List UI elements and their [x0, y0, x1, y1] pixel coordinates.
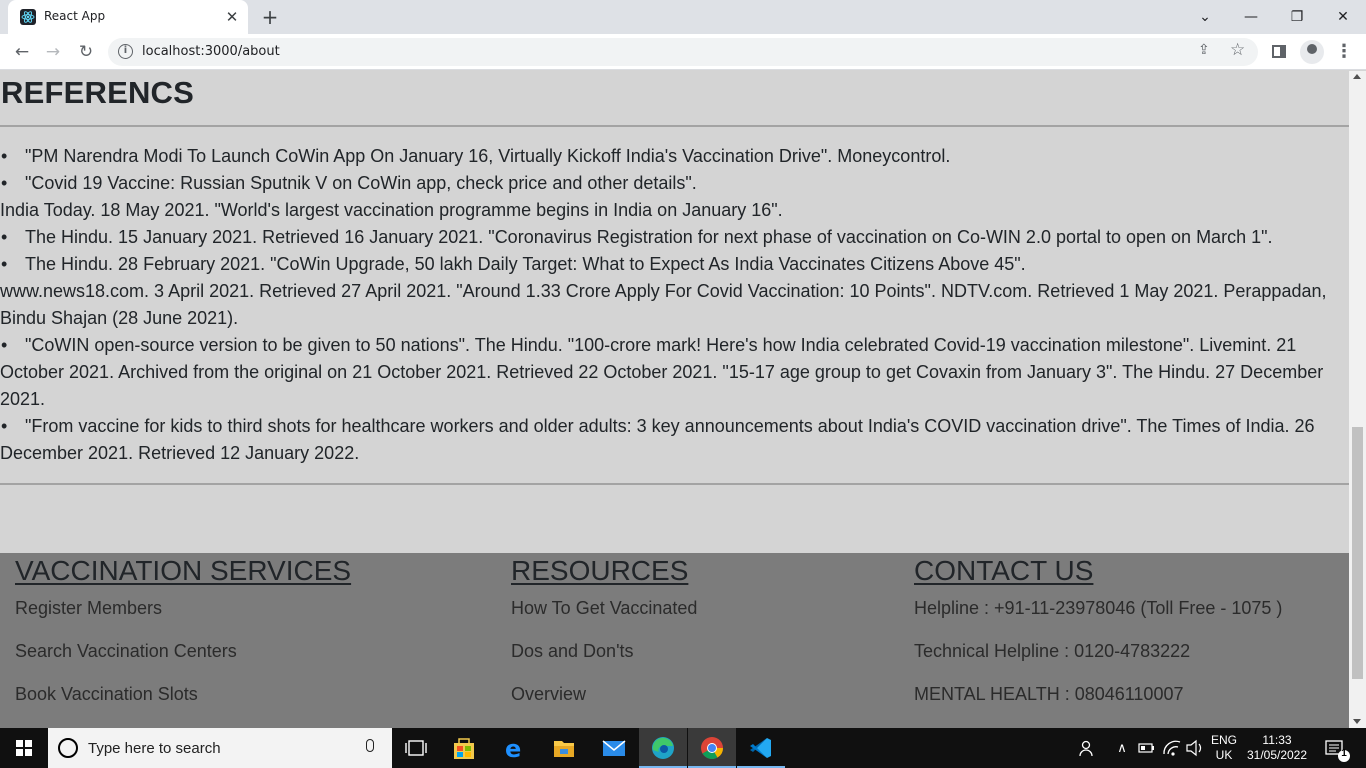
reference-item: www.news18.com. 3 April 2021. Retrieved … — [0, 278, 1349, 332]
reference-item: • "Covid 19 Vaccine: Russian Sputnik V on… — [0, 170, 1349, 197]
tab-close-icon[interactable]: ✕ — [222, 7, 242, 27]
browser-menu-icon[interactable]: ⋮ — [1334, 40, 1354, 64]
bullet-icon: • — [1, 227, 8, 247]
show-hidden-icons-chevron-icon[interactable]: ∧ — [1112, 728, 1132, 768]
footer-heading-contact: CONTACT US — [914, 555, 1094, 586]
action-center-button[interactable]: 1 — [1320, 728, 1356, 768]
windows-logo-icon — [16, 740, 32, 756]
microphone-icon[interactable] — [366, 739, 374, 752]
address-bar[interactable]: i localhost:3000/about ⇪ ☆ — [108, 38, 1258, 66]
vscode-icon[interactable] — [737, 728, 785, 768]
reference-item: • The Hindu. 15 January 2021. Retrieved 1… — [0, 224, 1349, 251]
start-button[interactable] — [0, 728, 48, 768]
taskbar-search-placeholder[interactable]: Type here to search — [88, 740, 221, 757]
reference-text: The Hindu. 15 January 2021. Retrieved 16… — [25, 227, 1273, 247]
side-panel-icon[interactable] — [1272, 45, 1286, 58]
reference-text: "CoWIN open-source version to be given t… — [0, 335, 1324, 409]
footer-resources-column: RESOURCES How To Get Vaccinated Dos and … — [511, 553, 697, 722]
address-url[interactable]: localhost:3000/about — [142, 44, 280, 59]
reference-text: India Today. 18 May 2021. "World's large… — [0, 200, 783, 220]
edge-legacy-icon[interactable]: e — [490, 728, 538, 768]
footer-link-dos-and-donts[interactable]: Dos and Don'ts — [511, 636, 697, 679]
reference-item: • "From vaccine for kids to third shots f… — [0, 413, 1349, 467]
chrome-icon[interactable] — [688, 728, 736, 768]
footer-heading-resources: RESOURCES — [511, 555, 689, 586]
footer-helpline: Helpline : +91-11-23978046 (Toll Free - … — [914, 598, 1283, 618]
mail-icon[interactable] — [590, 728, 638, 768]
edge-icon[interactable] — [639, 728, 687, 768]
bullet-icon: • — [1, 335, 8, 355]
reference-text: The Hindu. 28 February 2021. "CoWin Upgr… — [25, 254, 1026, 274]
footer-technical-helpline: Technical Helpline : 0120-4783222 — [914, 641, 1191, 661]
windows-taskbar: Type here to search e ∧ ENG UK 11:33 31/… — [0, 728, 1366, 768]
site-info-icon[interactable]: i — [118, 44, 133, 59]
microsoft-store-icon[interactable] — [440, 728, 488, 768]
browser-tab[interactable]: React App ✕ — [8, 0, 248, 34]
browser-tab-strip: React App ✕ + ⌄ — ❐ ✕ — [0, 0, 1366, 34]
bullet-icon: • — [1, 416, 8, 436]
minimize-window-button[interactable]: — — [1239, 6, 1263, 28]
bullet-icon: • — [1, 173, 8, 193]
footer-link-how-to-get-vaccinated[interactable]: How To Get Vaccinated — [511, 593, 697, 636]
close-window-button[interactable]: ✕ — [1331, 6, 1355, 28]
tab-search-chevron-icon[interactable]: ⌄ — [1193, 6, 1217, 28]
bullet-icon: • — [1, 254, 8, 274]
volume-icon[interactable] — [1184, 728, 1206, 768]
page-viewport: REFERENCS • "PM Narendra Modi To Launch C… — [0, 71, 1366, 728]
reference-item: • The Hindu. 28 February 2021. "CoWin Upg… — [0, 251, 1349, 278]
notification-count-badge: 1 — [1341, 748, 1347, 759]
reference-item: • "CoWIN open-source version to be given … — [0, 332, 1349, 413]
footer-link-overview[interactable]: Overview — [511, 679, 697, 722]
clock[interactable]: 11:33 31/05/2022 — [1244, 728, 1310, 768]
input-language-indicator[interactable]: ENG UK — [1206, 728, 1242, 768]
language-code: ENG — [1210, 733, 1237, 747]
reference-text: "PM Narendra Modi To Launch CoWin App On… — [25, 146, 951, 166]
footer: VACCINATION SERVICES Register Members Se… — [0, 553, 1349, 728]
forward-arrow-icon[interactable]: → — [41, 40, 65, 64]
wifi-icon[interactable] — [1160, 728, 1184, 768]
bullet-icon: • — [1, 146, 8, 166]
svg-text:e: e — [505, 735, 521, 763]
divider — [0, 125, 1349, 127]
reference-text: "Covid 19 Vaccine: Russian Sputnik V on … — [25, 173, 697, 193]
reference-item: • "PM Narendra Modi To Launch CoWin App O… — [0, 143, 1349, 170]
people-icon[interactable] — [1076, 728, 1100, 768]
clock-date: 31/05/2022 — [1246, 748, 1308, 762]
browser-toolbar: ← → ↻ i localhost:3000/about ⇪ ☆ ⋮ — [0, 34, 1366, 70]
cortana-icon — [58, 738, 78, 758]
taskbar-search-box[interactable]: Type here to search — [48, 728, 392, 768]
footer-link-search-centers[interactable]: Search Vaccination Centers — [15, 636, 351, 679]
back-arrow-icon[interactable]: ← — [10, 40, 34, 64]
scrollbar-thumb[interactable] — [1352, 427, 1363, 679]
footer-heading-services: VACCINATION SERVICES — [15, 555, 352, 586]
references-heading: REFERENCS — [1, 75, 194, 110]
task-view-button[interactable] — [392, 728, 440, 768]
footer-contact-column: CONTACT US Helpline : +91-11-23978046 (T… — [914, 553, 1282, 722]
footer-mental-health-helpline: MENTAL HEALTH : 08046110007 — [914, 684, 1184, 704]
references-list: • "PM Narendra Modi To Launch CoWin App O… — [0, 143, 1349, 467]
tab-title: React App — [44, 9, 106, 23]
footer-link-book-slots[interactable]: Book Vaccination Slots — [15, 679, 351, 722]
clock-time: 11:33 — [1262, 733, 1292, 747]
scroll-down-arrow-icon[interactable] — [1353, 719, 1361, 724]
reference-item: India Today. 18 May 2021. "World's large… — [0, 197, 1349, 224]
page-scrollbar[interactable] — [1349, 71, 1366, 728]
keyboard-layout-code: UK — [1215, 748, 1233, 762]
about-page: REFERENCS • "PM Narendra Modi To Launch C… — [0, 71, 1349, 728]
profile-avatar-icon[interactable] — [1300, 40, 1324, 64]
footer-link-register-members[interactable]: Register Members — [15, 593, 351, 636]
react-favicon-icon — [20, 9, 36, 25]
file-explorer-icon[interactable] — [540, 728, 588, 768]
bookmark-star-icon[interactable]: ☆ — [1230, 40, 1245, 60]
battery-icon[interactable] — [1136, 728, 1156, 768]
divider — [0, 483, 1349, 485]
restore-window-button[interactable]: ❐ — [1285, 6, 1309, 28]
reload-icon[interactable]: ↻ — [74, 40, 98, 64]
scroll-up-arrow-icon[interactable] — [1353, 74, 1361, 79]
reference-text: "From vaccine for kids to third shots fo… — [0, 416, 1315, 463]
new-tab-button[interactable]: + — [258, 5, 282, 29]
footer-services-column: VACCINATION SERVICES Register Members Se… — [15, 553, 351, 722]
reference-text: www.news18.com. 3 April 2021. Retrieved … — [0, 281, 1327, 328]
share-icon[interactable]: ⇪ — [1198, 42, 1210, 58]
